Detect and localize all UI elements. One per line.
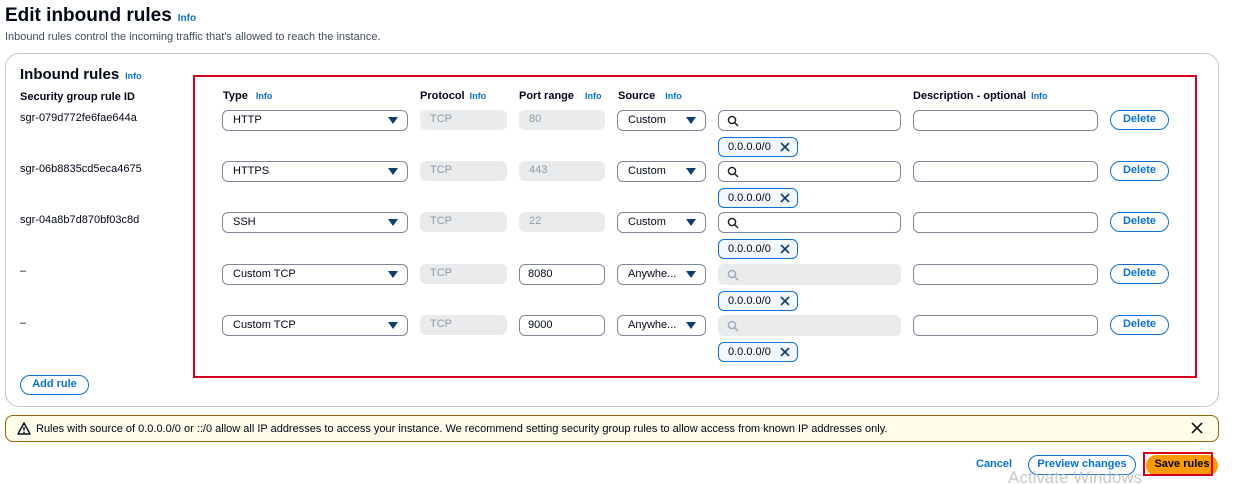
panel-title-text: Inbound rules bbox=[20, 66, 120, 83]
panel-title: Inbound rules Info bbox=[20, 66, 142, 83]
page-title-text: Edit inbound rules bbox=[5, 5, 172, 26]
rule-id: – bbox=[20, 265, 27, 277]
page-description: Inbound rules control the incoming traff… bbox=[5, 31, 381, 43]
rule-id: sgr-04a8b7d870bf03c8d bbox=[20, 214, 140, 226]
save-rules-button[interactable]: Save rules bbox=[1146, 455, 1218, 476]
warning-banner: Rules with source of 0.0.0.0/0 or ::/0 a… bbox=[5, 415, 1219, 442]
rule-id: sgr-079d772fe6fae644a bbox=[20, 112, 137, 124]
add-rule-button[interactable]: Add rule bbox=[20, 375, 89, 395]
rules-highlight-frame bbox=[193, 75, 1197, 378]
page-title-info-link[interactable]: Info bbox=[178, 13, 196, 24]
cancel-button[interactable]: Cancel bbox=[976, 458, 1012, 470]
close-icon[interactable] bbox=[1190, 421, 1204, 435]
panel-title-info-link[interactable]: Info bbox=[125, 71, 142, 81]
rule-id: – bbox=[20, 317, 27, 329]
rule-id-column-header: Security group rule ID bbox=[20, 91, 135, 103]
page-title: Edit inbound rules Info bbox=[5, 5, 196, 27]
activate-windows-watermark: Activate Windows bbox=[1008, 468, 1143, 484]
rule-id: sgr-06b8835cd5eca4675 bbox=[20, 163, 142, 175]
warning-icon bbox=[17, 422, 31, 435]
warning-text: Rules with source of 0.0.0.0/0 or ::/0 a… bbox=[36, 423, 888, 435]
